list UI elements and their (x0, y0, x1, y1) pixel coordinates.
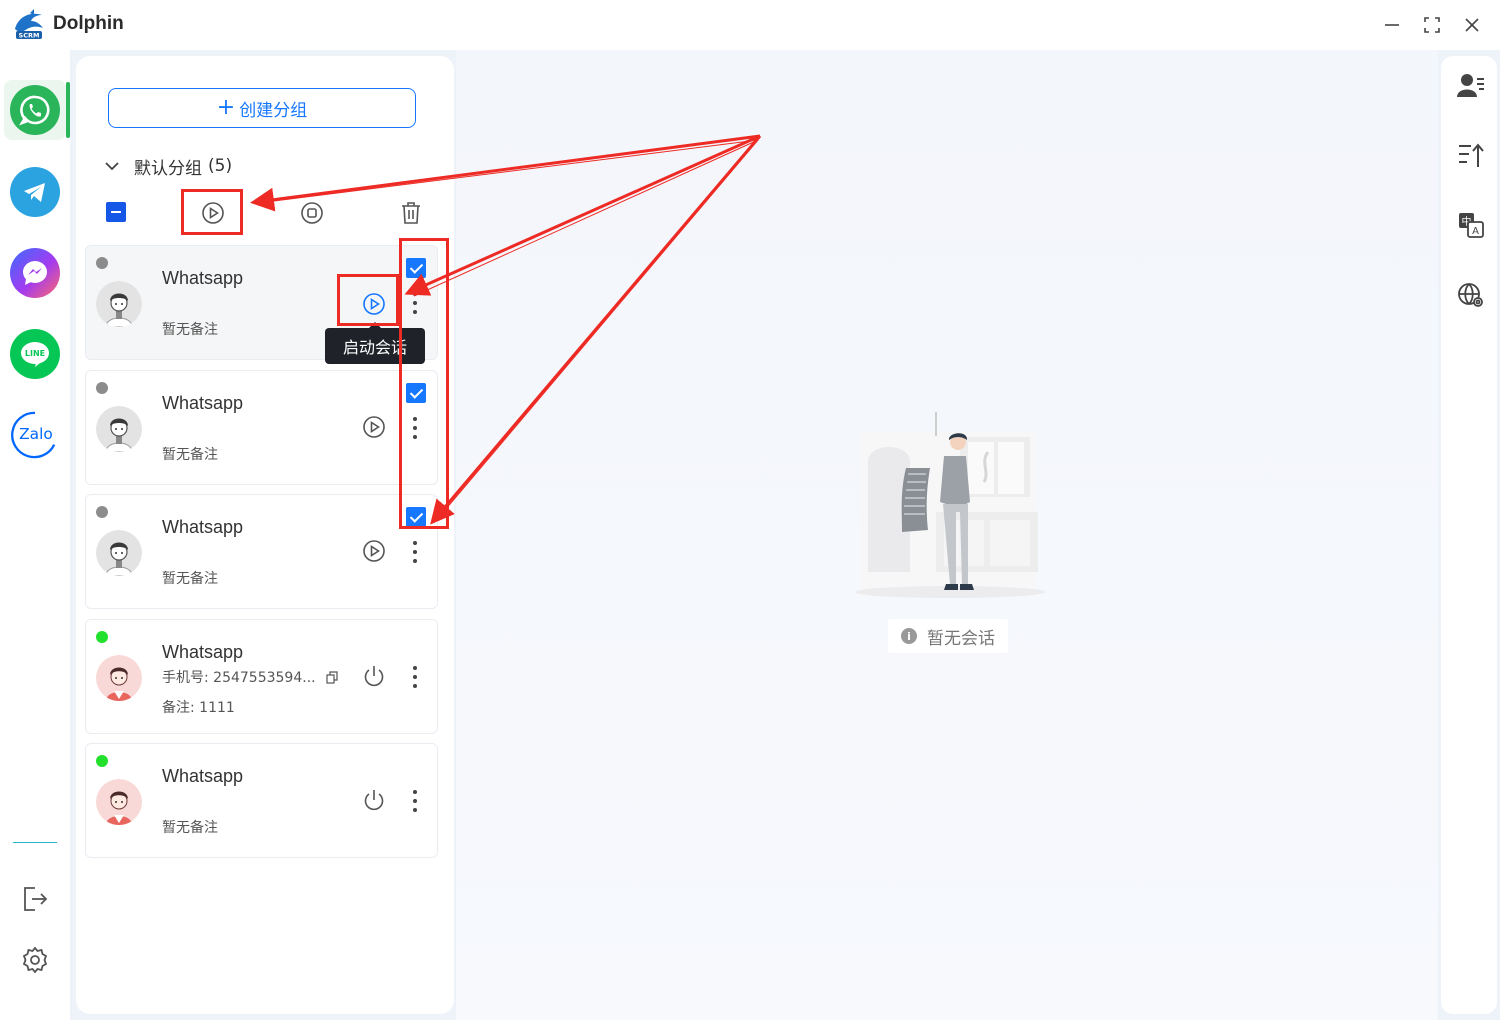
account-card[interactable]: Whatsapp 暂无备注 (85, 494, 438, 609)
sort-upload-icon[interactable] (1457, 141, 1485, 169)
minimize-button[interactable] (1380, 13, 1404, 37)
telegram-icon (24, 183, 45, 202)
empty-state-text: 暂无会话 (927, 628, 995, 649)
account-checkbox[interactable] (406, 383, 426, 403)
trash-icon (402, 202, 420, 224)
group-name: 默认分组 (134, 158, 202, 179)
close-icon (1465, 18, 1479, 32)
zalo-icon: Zalo (11, 411, 56, 459)
account-note: 暂无备注 (162, 447, 218, 463)
start-session-icon[interactable] (362, 539, 386, 563)
whatsapp-icon (18, 95, 50, 126)
info-icon: i (901, 628, 917, 644)
status-dot-offline (96, 506, 108, 518)
avatar-pink-icon (96, 779, 142, 825)
tool-sidebar (1441, 56, 1497, 1014)
account-checkbox[interactable] (406, 258, 426, 278)
close-button[interactable] (1460, 13, 1484, 37)
account-card[interactable]: Whatsapp 手机号: 2547553594... 备注: 1111 (85, 619, 438, 734)
avatar-grey-icon (96, 530, 142, 576)
more-menu-icon[interactable] (412, 417, 418, 439)
empty-state-illustration (855, 412, 1045, 598)
sidebar-divider (13, 842, 57, 843)
logout-icon[interactable] (21, 885, 49, 913)
account-name: Whatsapp (162, 766, 244, 786)
status-dot-offline (96, 257, 108, 269)
maximize-icon (1424, 17, 1440, 33)
start-session-icon[interactable] (362, 415, 386, 439)
chevron-down-icon (105, 162, 119, 171)
start-session-tooltip: 启动会话 (325, 322, 425, 364)
more-menu-icon[interactable] (412, 292, 418, 314)
translate-icon[interactable]: 中 A (1457, 211, 1485, 239)
sidebar-item-zalo[interactable]: Zalo (10, 410, 60, 460)
account-note: 暂无备注 (162, 571, 218, 587)
group-header[interactable]: 默认分组 (5) (104, 154, 233, 179)
svg-text:A: A (1472, 226, 1479, 237)
maximize-button[interactable] (1420, 13, 1444, 37)
power-icon[interactable] (362, 788, 386, 812)
account-name: Whatsapp (162, 517, 244, 537)
start-all-button[interactable] (201, 201, 225, 225)
account-name: Whatsapp (162, 268, 244, 288)
dolphin-logo-icon: SCRM (15, 9, 43, 40)
account-phone-row: 手机号: 2547553594... (162, 667, 338, 687)
account-panel: + 创建分组 默认分组 (5) Whatsapp 暂无备注 Whatsapp 暂… (76, 56, 454, 1014)
delete-button[interactable] (399, 201, 423, 225)
account-phone: 手机号: 2547553594... (162, 670, 316, 686)
svg-text:SCRM: SCRM (19, 32, 40, 40)
account-card[interactable]: Whatsapp 暂无备注 (85, 743, 438, 858)
account-note: 暂无备注 (162, 322, 218, 338)
empty-state-label: i 暂无会话 (888, 619, 1008, 653)
stop-circle-icon (301, 202, 323, 224)
select-all-checkbox[interactable] (106, 202, 126, 222)
group-count: (5) (208, 156, 233, 176)
avatar (96, 406, 142, 452)
avatar-pink-icon (96, 655, 142, 701)
avatar (96, 779, 142, 825)
app-title: Dolphin (53, 13, 124, 34)
avatar (96, 281, 142, 327)
start-session-icon[interactable] (362, 292, 386, 316)
stop-all-button[interactable] (300, 201, 324, 225)
more-menu-icon[interactable] (412, 666, 418, 688)
power-icon[interactable] (362, 664, 386, 688)
status-dot-online (96, 631, 108, 643)
avatar-grey-icon (96, 406, 142, 452)
plus-icon: + (216, 95, 236, 120)
messenger-icon (23, 261, 47, 285)
account-card[interactable]: Whatsapp 暂无备注 (85, 370, 438, 485)
sidebar-item-line[interactable]: LINE (10, 329, 60, 379)
settings-icon[interactable] (21, 946, 49, 974)
play-circle-icon (202, 202, 224, 224)
avatar (96, 655, 142, 701)
avatar (96, 530, 142, 576)
title-bar: SCRM Dolphin (0, 0, 1500, 50)
create-group-label: 创建分组 (239, 100, 308, 121)
status-dot-offline (96, 382, 108, 394)
active-app-indicator (66, 82, 70, 138)
account-note: 备注: 1111 (162, 700, 235, 716)
sidebar-item-telegram[interactable] (10, 167, 60, 217)
line-icon: LINE (21, 342, 49, 367)
account-note: 暂无备注 (162, 820, 218, 836)
svg-text:LINE: LINE (25, 349, 45, 358)
sidebar-item-whatsapp[interactable] (10, 85, 60, 135)
contacts-icon[interactable] (1457, 71, 1485, 99)
minimize-icon (1385, 24, 1399, 26)
account-checkbox[interactable] (406, 507, 426, 527)
sidebar-item-messenger[interactable] (10, 248, 60, 298)
status-dot-online (96, 755, 108, 767)
account-name: Whatsapp (162, 393, 244, 413)
svg-text:Zalo: Zalo (19, 425, 53, 443)
copy-icon[interactable] (326, 671, 338, 684)
account-name: Whatsapp (162, 642, 244, 662)
create-group-button[interactable]: + 创建分组 (108, 88, 416, 128)
avatar-grey-icon (96, 281, 142, 327)
globe-settings-icon[interactable] (1457, 281, 1485, 309)
more-menu-icon[interactable] (412, 790, 418, 812)
more-menu-icon[interactable] (412, 541, 418, 563)
